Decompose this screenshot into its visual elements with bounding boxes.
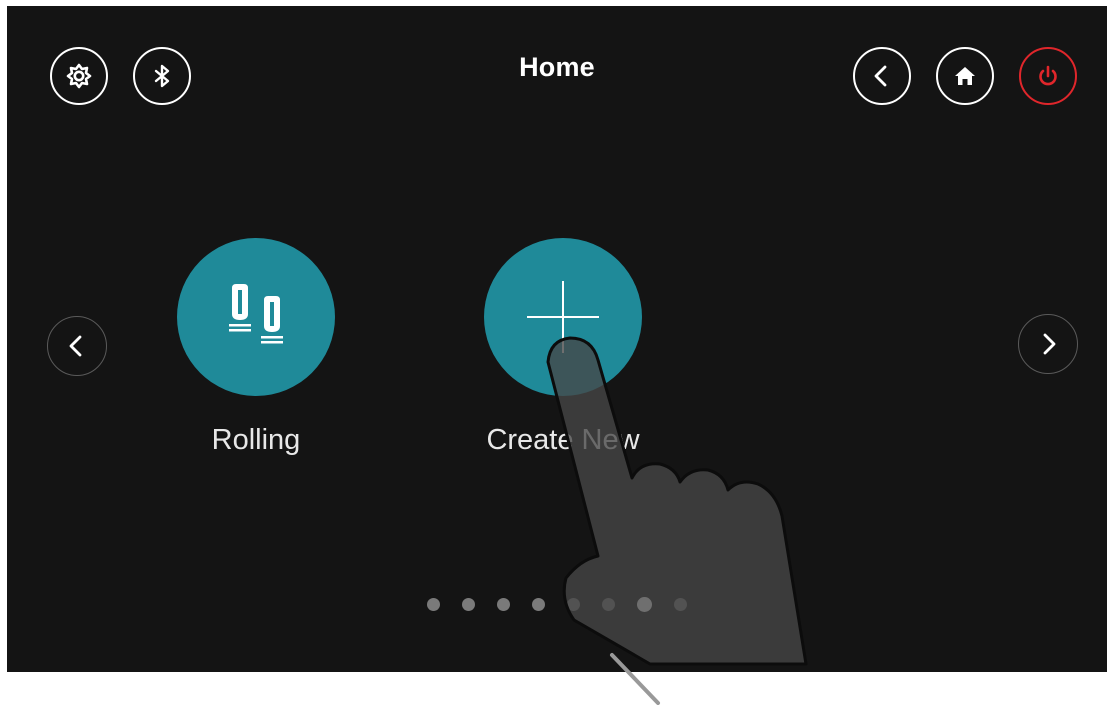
page-dot[interactable] xyxy=(602,598,615,611)
program-tile-label: Rolling xyxy=(211,424,301,456)
power-icon xyxy=(1039,65,1057,86)
carousel-next-button[interactable] xyxy=(1018,314,1078,374)
chevron-left-icon xyxy=(69,335,82,357)
program-tile-label: Create New xyxy=(486,424,640,456)
home-button[interactable] xyxy=(936,47,994,105)
page-dot[interactable] xyxy=(532,598,545,611)
page-dot[interactable] xyxy=(462,598,475,611)
chevron-left-icon xyxy=(874,65,887,87)
program-tile-create-new[interactable]: Create New xyxy=(468,238,658,457)
page-dot[interactable] xyxy=(674,598,687,611)
page-dot[interactable] xyxy=(427,598,440,611)
device-screen: Home Rolling Create New xyxy=(7,6,1107,672)
rolling-pins-icon xyxy=(229,284,283,344)
program-tile-circle xyxy=(484,238,642,396)
chevron-right-icon xyxy=(1043,333,1056,355)
back-button[interactable] xyxy=(853,47,911,105)
page-dot[interactable] xyxy=(567,598,580,611)
carousel-prev-button[interactable] xyxy=(47,316,107,376)
page-dot[interactable] xyxy=(497,598,510,611)
power-button[interactable] xyxy=(1019,47,1077,105)
home-icon xyxy=(955,67,975,85)
program-tile-rolling[interactable]: Rolling xyxy=(161,238,351,457)
program-tile-circle xyxy=(177,238,335,396)
page-dot-active[interactable] xyxy=(637,597,652,612)
plus-icon xyxy=(527,281,599,353)
page-indicator xyxy=(7,597,1107,612)
